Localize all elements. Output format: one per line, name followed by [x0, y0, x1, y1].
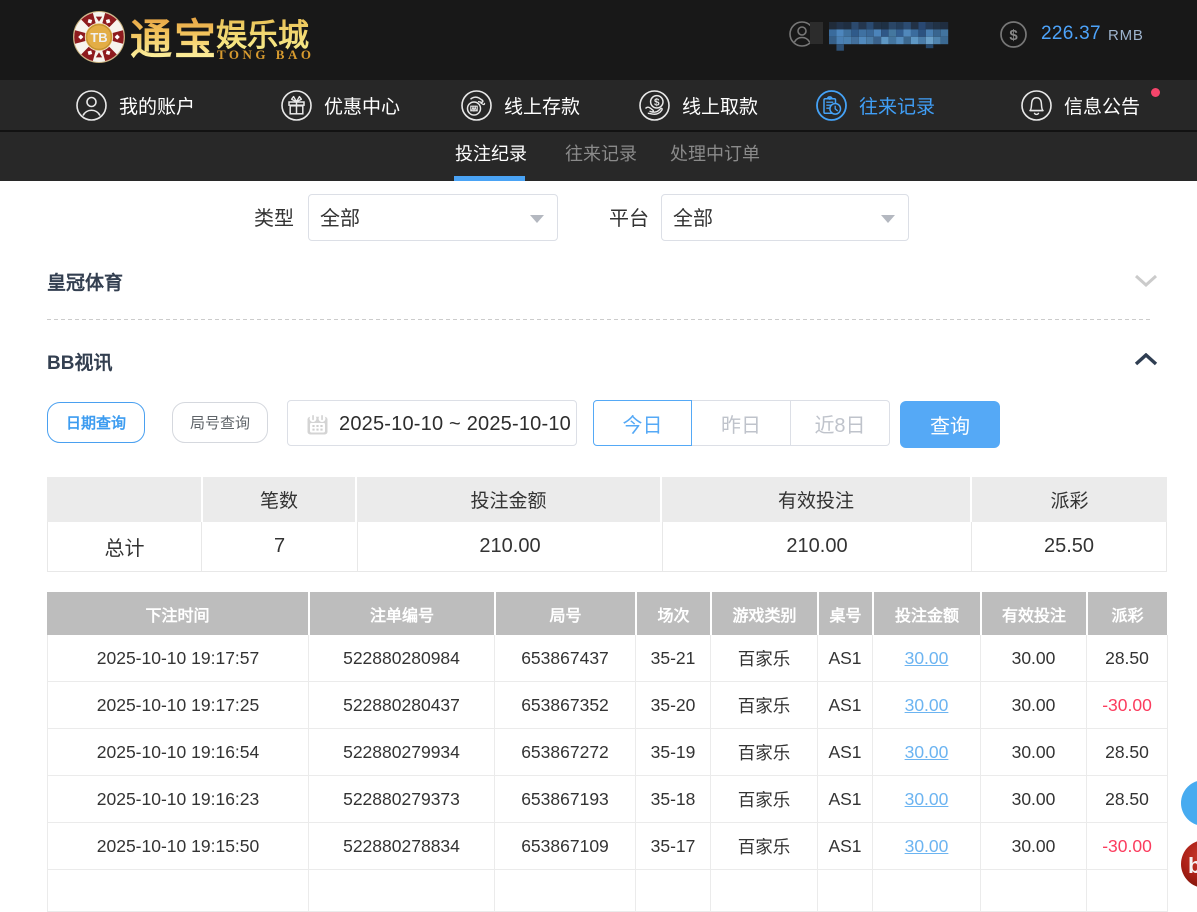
svg-text:TB: TB — [90, 30, 107, 45]
svg-text:$: $ — [654, 97, 660, 108]
svg-text:$: $ — [1009, 27, 1018, 44]
